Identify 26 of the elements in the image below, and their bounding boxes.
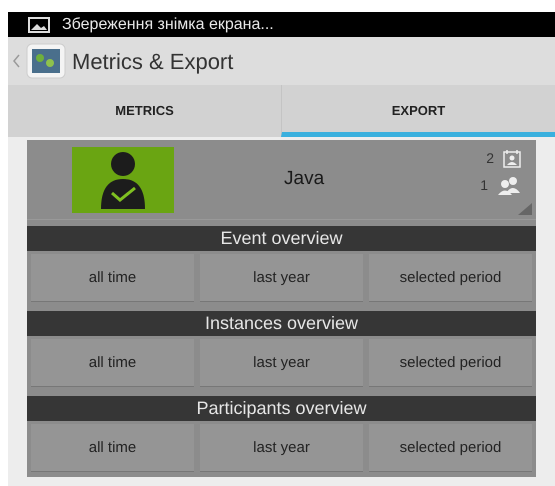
image-icon (28, 16, 50, 32)
profile-card[interactable]: Java 2 1 (27, 140, 536, 220)
period-button[interactable]: all time (31, 424, 194, 471)
profile-name: Java (284, 167, 324, 192)
period-button[interactable]: all time (31, 254, 194, 301)
app-icon (26, 43, 66, 79)
period-button[interactable]: selected period (369, 339, 532, 386)
section-header: Participants overview (27, 396, 536, 421)
corner-triangle-icon (518, 203, 532, 215)
period-button[interactable]: last year (200, 424, 363, 471)
app-title: Metrics & Export (72, 48, 234, 76)
back-icon[interactable] (12, 54, 20, 68)
people-icon (496, 176, 522, 196)
section-header: Event overview (27, 226, 536, 251)
period-button[interactable]: selected period (369, 254, 532, 301)
event-count: 2 (486, 149, 494, 168)
section-header: Instances overview (27, 311, 536, 336)
calendar-person-icon (502, 148, 522, 168)
participant-count: 1 (480, 176, 488, 195)
notification-text: Збереження знімка екрана... (62, 14, 274, 34)
period-button[interactable]: selected period (369, 424, 532, 471)
period-button[interactable]: last year (200, 254, 363, 301)
user-check-icon (72, 146, 174, 212)
period-button[interactable]: last year (200, 339, 363, 386)
tab[interactable]: METRICS (8, 85, 281, 137)
period-button[interactable]: all time (31, 339, 194, 386)
